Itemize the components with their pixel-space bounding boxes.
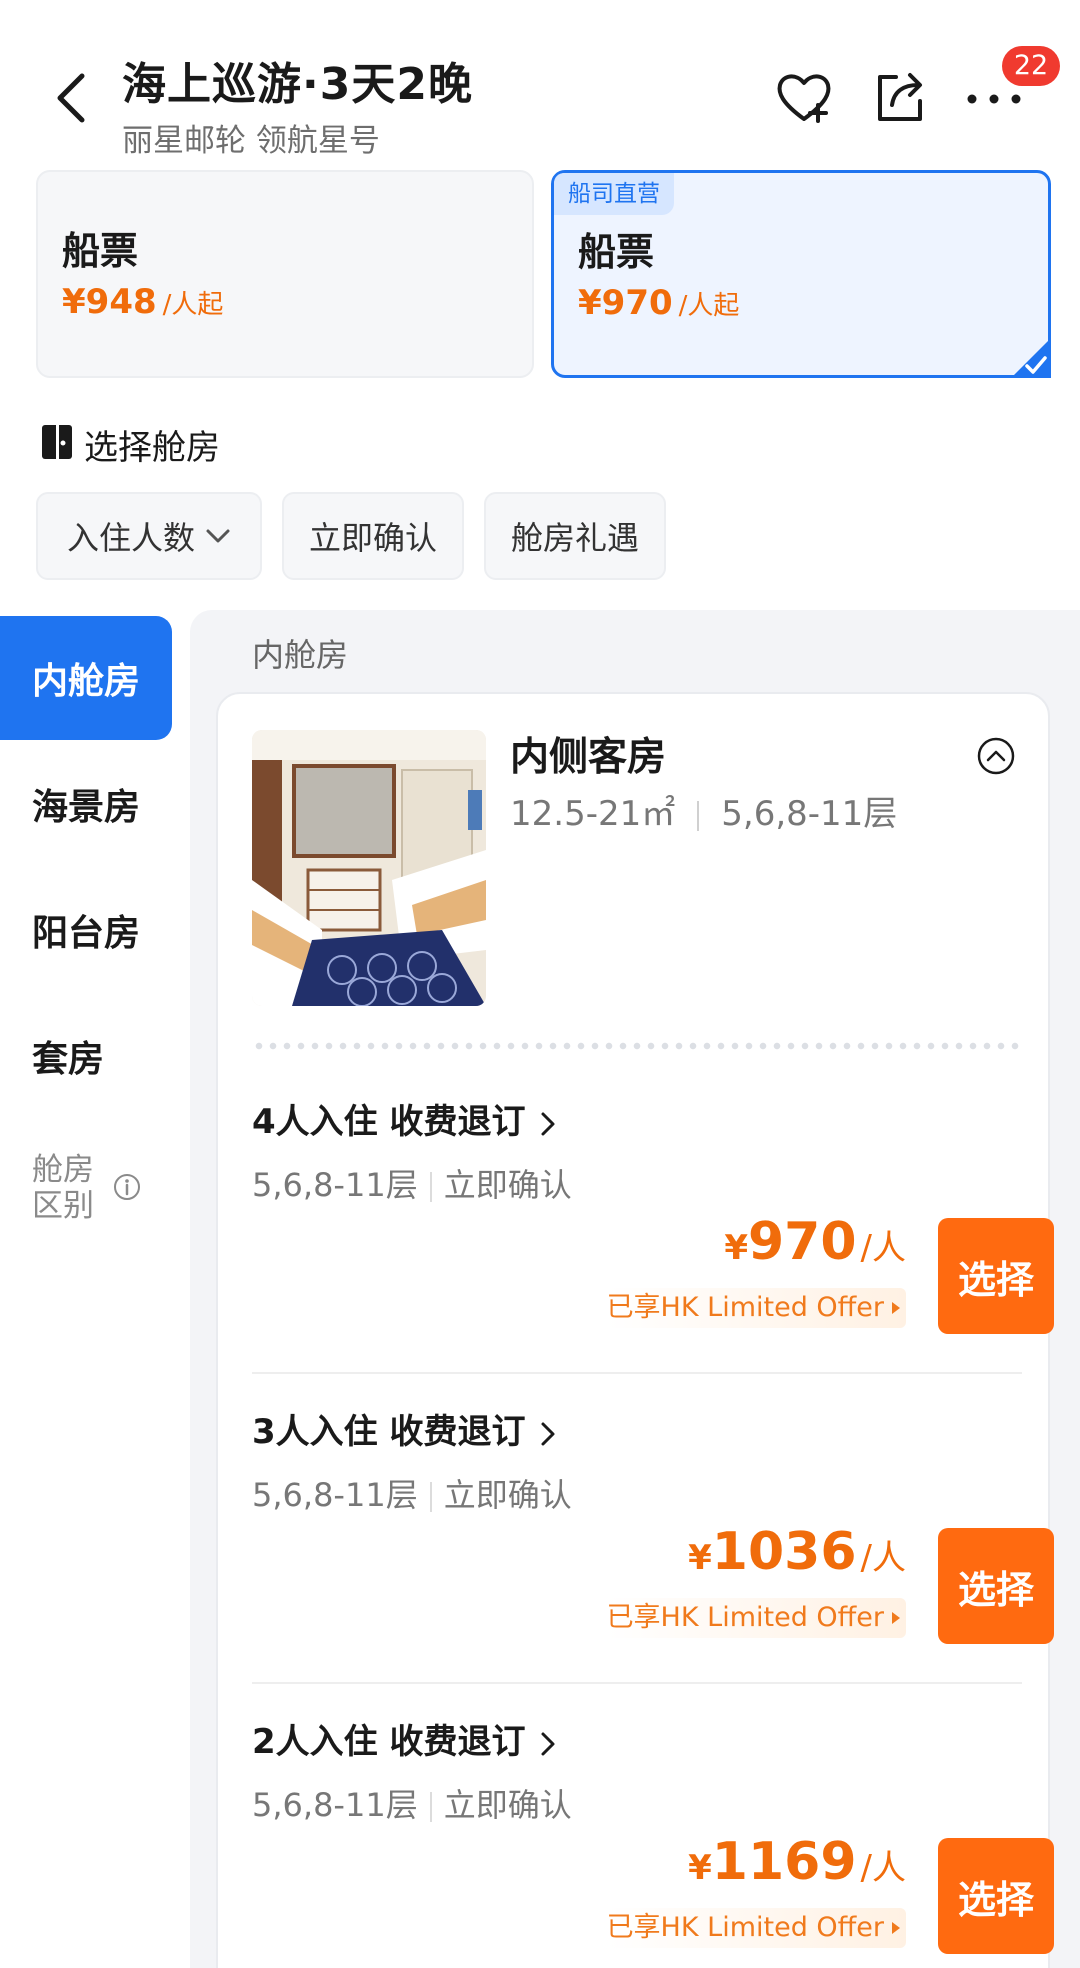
promo-tag[interactable]: 已享HK Limited Offer	[606, 1598, 906, 1638]
rate-price: ¥1036/人	[688, 1522, 906, 1582]
direct-sale-ribbon: 船司直营	[554, 173, 674, 215]
divider	[252, 1372, 1022, 1374]
room-floors: 5,6,8-11层	[721, 794, 898, 834]
caret-right-icon	[892, 1302, 900, 1314]
collapse-up-icon[interactable]	[976, 736, 1016, 776]
chevron-down-icon	[206, 529, 230, 543]
caret-right-icon	[892, 1612, 900, 1624]
rate-option: 4人入住 收费退订 5,6,8-11层 立即确认 ¥970/人 已享HK Limi…	[218, 1094, 1054, 1404]
chevron-right-icon	[541, 1732, 554, 1755]
rate-meta: 5,6,8-11层 立即确认	[252, 1476, 572, 1514]
filter-instant-confirm[interactable]: 立即确认	[282, 492, 464, 580]
nav-balcony[interactable]: 阳台房	[0, 868, 172, 992]
ticket-option-1[interactable]: 船票 ¥948/人起	[36, 170, 534, 378]
rate-meta: 5,6,8-11层 立即确认	[252, 1786, 572, 1824]
rate-title[interactable]: 2人入住 收费退订	[252, 1714, 558, 1763]
chevron-right-icon	[541, 1112, 554, 1135]
select-button[interactable]: 选择	[938, 1838, 1054, 1954]
filter-label: 立即确认	[308, 519, 437, 557]
filter-guest-count[interactable]: 入住人数	[36, 492, 262, 580]
cabin-difference-link[interactable]: 舱房 区别	[32, 1152, 162, 1232]
rate-price: ¥970/人	[724, 1212, 906, 1272]
page-title: 海上巡游·3天2晚	[122, 59, 473, 110]
nav-ocean-view[interactable]: 海景房	[0, 742, 172, 866]
room-meta: 12.5-21㎡ 5,6,8-11层	[510, 786, 897, 835]
rate-price: ¥1169/人	[688, 1832, 906, 1892]
dotted-divider	[252, 1042, 1022, 1050]
diff-label-1: 舱房	[32, 1152, 94, 1188]
nav-label: 套房	[32, 1039, 105, 1080]
diff-label-2: 区别	[32, 1188, 94, 1224]
selected-check-icon	[1011, 338, 1051, 378]
ticket-option-2-selected[interactable]: 船司直营 船票 ¥970/人起	[551, 170, 1051, 378]
select-button[interactable]: 选择	[938, 1528, 1054, 1644]
ticket-price: ¥948/人起	[62, 282, 224, 322]
nav-interior-cabin[interactable]: 内舱房	[0, 616, 172, 740]
ticket-name: 船票	[62, 229, 139, 273]
promo-tag[interactable]: 已享HK Limited Offer	[606, 1908, 906, 1948]
door-icon	[42, 425, 72, 459]
ticket-price: ¥970/人起	[578, 283, 740, 323]
rate-title[interactable]: 3人入住 收费退订	[252, 1404, 558, 1453]
caret-right-icon	[892, 1922, 900, 1934]
nav-label: 内舱房	[32, 661, 141, 702]
filter-label: 入住人数	[66, 519, 195, 557]
ship-subtitle: 丽星邮轮 领航星号	[122, 123, 380, 159]
info-icon	[114, 1174, 140, 1200]
top-bar: 海上巡游·3天2晚 丽星邮轮 领航星号 22	[0, 0, 1080, 165]
promo-tag[interactable]: 已享HK Limited Offer	[606, 1288, 906, 1328]
nav-suite[interactable]: 套房	[0, 994, 172, 1118]
back-arrow-icon[interactable]	[48, 68, 98, 128]
rate-title[interactable]: 4人入住 收费退订	[252, 1094, 558, 1143]
ticket-name: 船票	[578, 230, 655, 274]
rate-meta: 5,6,8-11层 立即确认	[252, 1166, 572, 1204]
rate-option: 3人入住 收费退订 5,6,8-11层 立即确认 ¥1036/人 已享HK Lim…	[218, 1404, 1054, 1714]
divider	[252, 1682, 1022, 1684]
filter-cabin-perks[interactable]: 舱房礼遇	[484, 492, 666, 580]
nav-label: 海景房	[32, 787, 141, 828]
rate-option: 2人入住 收费退订 5,6,8-11层 立即确认 ¥1169/人 已享HK Lim…	[218, 1714, 1054, 1968]
room-area: 12.5-21㎡	[510, 794, 676, 834]
room-name: 内侧客房	[510, 735, 667, 780]
panel-title: 内舱房	[252, 636, 349, 674]
share-icon[interactable]	[868, 65, 932, 129]
cabin-list-panel: 内舱房 内侧客房 12.5-21㎡ 5,6,8-11层 4人入住 收费退订 5,…	[190, 610, 1080, 1968]
room-card: 内侧客房 12.5-21㎡ 5,6,8-11层 4人入住 收费退订 5,6,8-1…	[216, 692, 1054, 1968]
notification-badge: 22	[1002, 46, 1060, 86]
nav-label: 阳台房	[32, 913, 141, 954]
room-photo[interactable]	[252, 730, 486, 1006]
select-button[interactable]: 选择	[938, 1218, 1054, 1334]
chevron-right-icon	[541, 1422, 554, 1445]
section-title: 选择舱房	[84, 428, 220, 468]
heart-plus-icon[interactable]	[772, 65, 836, 129]
filter-label: 舱房礼遇	[510, 519, 639, 557]
